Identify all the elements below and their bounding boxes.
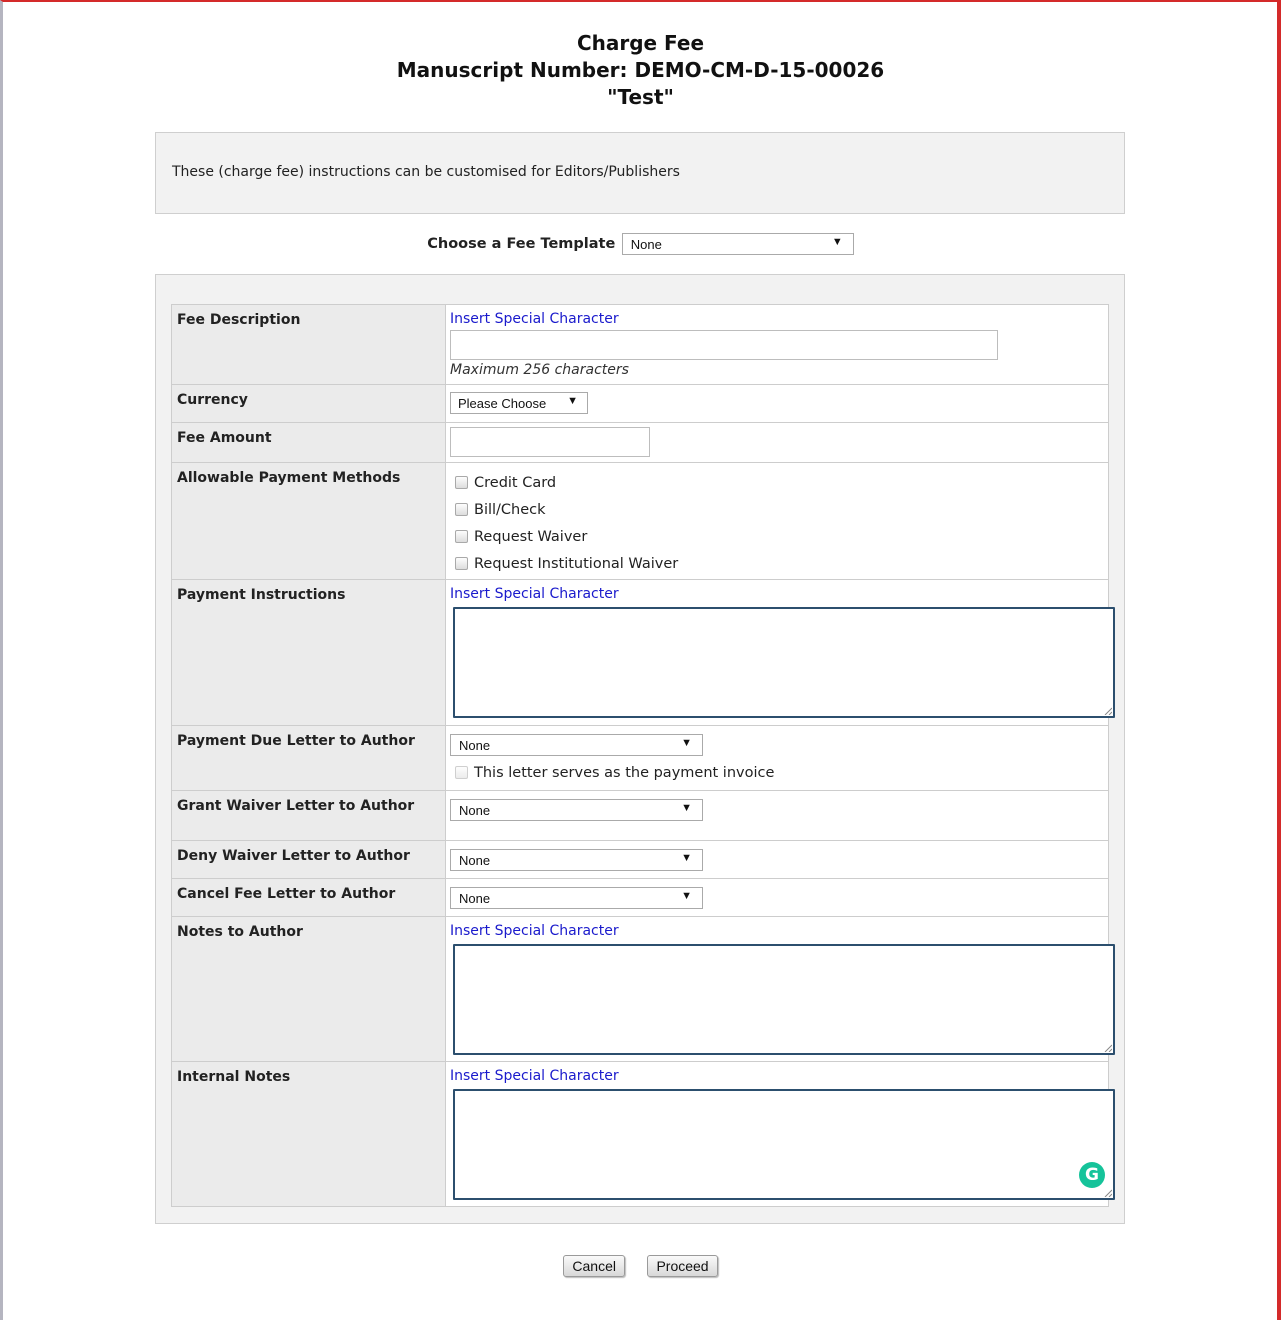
deny-waiver-letter-label: Deny Waiver Letter to Author <box>171 840 446 879</box>
grammarly-icon[interactable]: G <box>1079 1162 1105 1188</box>
chevron-down-icon: ▼ <box>831 236 843 248</box>
payment-method-credit-card[interactable]: Credit Card <box>455 475 556 491</box>
fee-description-label: Fee Description <box>171 304 446 385</box>
chevron-down-icon: ▼ <box>681 802 692 814</box>
instructions-box: These (charge fee) instructions can be c… <box>155 132 1125 214</box>
row-grant-waiver-letter: Grant Waiver Letter to Author None ▼ <box>171 790 1109 841</box>
fee-amount-label: Fee Amount <box>171 422 446 463</box>
row-fee-description: Fee Description Insert Special Character… <box>171 304 1109 385</box>
row-payment-methods: Allowable Payment Methods Credit Card Bi… <box>171 462 1109 580</box>
insert-special-character-link[interactable]: Insert Special Character <box>450 586 619 602</box>
insert-special-character-link[interactable]: Insert Special Character <box>450 923 619 939</box>
checkbox[interactable] <box>455 503 468 516</box>
notes-to-author-label: Notes to Author <box>171 916 446 1062</box>
fee-form-table: Fee Description Insert Special Character… <box>171 304 1115 1207</box>
row-fee-amount: Fee Amount <box>171 422 1109 463</box>
page-title: Charge Fee <box>576 31 705 55</box>
instructions-text: These (charge fee) instructions can be c… <box>172 164 680 180</box>
row-payment-due-letter: Payment Due Letter to Author None ▼ This… <box>171 725 1109 791</box>
grant-waiver-letter-select[interactable]: None ▼ <box>450 799 703 821</box>
checkbox[interactable] <box>455 476 468 489</box>
currency-cell: Please Choose ▼ <box>445 384 1109 423</box>
cancel-fee-letter-select[interactable]: None ▼ <box>450 887 703 909</box>
payment-due-letter-select[interactable]: None ▼ <box>450 734 703 756</box>
grant-waiver-letter-label: Grant Waiver Letter to Author <box>171 790 446 841</box>
cancel-fee-letter-value: None <box>459 891 491 906</box>
article-title: "Test" <box>607 85 674 109</box>
payment-method-label: Bill/Check <box>474 502 546 518</box>
payment-method-label: Request Waiver <box>474 529 588 545</box>
checkbox <box>455 766 468 779</box>
payment-instructions-cell: Insert Special Character <box>445 579 1115 726</box>
manuscript-number: Manuscript Number: DEMO-CM-D-15-00026 <box>396 58 885 82</box>
fee-amount-cell <box>445 422 1109 463</box>
chevron-down-icon: ▼ <box>567 395 578 407</box>
payment-method-bill-check[interactable]: Bill/Check <box>455 502 546 518</box>
deny-waiver-letter-value: None <box>459 853 491 868</box>
cancel-fee-letter-label: Cancel Fee Letter to Author <box>171 878 446 917</box>
row-notes-to-author: Notes to Author Insert Special Character <box>171 916 1115 1062</box>
deny-waiver-letter-cell: None ▼ <box>445 840 1109 879</box>
payment-due-letter-cell: None ▼ This letter serves as the payment… <box>445 725 1109 791</box>
payment-instructions-textarea[interactable] <box>453 607 1115 718</box>
currency-value: Please Choose <box>458 396 547 411</box>
checkbox[interactable] <box>455 557 468 570</box>
fee-description-input[interactable] <box>450 330 998 360</box>
cancel-button[interactable]: Cancel <box>563 1255 625 1277</box>
payment-instructions-label: Payment Instructions <box>171 579 446 726</box>
row-internal-notes: Internal Notes Insert Special Character … <box>171 1061 1115 1207</box>
cancel-fee-letter-cell: None ▼ <box>445 878 1109 917</box>
resize-handle-icon[interactable] <box>1104 1189 1112 1197</box>
currency-select[interactable]: Please Choose ▼ <box>450 392 588 414</box>
payment-method-request-waiver[interactable]: Request Waiver <box>455 529 587 545</box>
internal-notes-label: Internal Notes <box>171 1061 446 1207</box>
payment-methods-label: Allowable Payment Methods <box>171 462 446 580</box>
row-cancel-fee-letter: Cancel Fee Letter to Author None ▼ <box>171 878 1109 917</box>
grant-waiver-letter-cell: None ▼ <box>445 790 1109 841</box>
internal-notes-textarea[interactable]: G <box>453 1089 1115 1200</box>
chevron-down-icon: ▼ <box>681 852 692 864</box>
internal-notes-cell: Insert Special Character G <box>445 1061 1115 1207</box>
payment-methods-cell: Credit Card Bill/Check Request Waiver Re… <box>445 462 1109 580</box>
row-deny-waiver-letter: Deny Waiver Letter to Author None ▼ <box>171 840 1109 879</box>
proceed-button[interactable]: Proceed <box>647 1255 718 1277</box>
resize-handle-icon[interactable] <box>1104 707 1112 715</box>
fee-description-hint: Maximum 256 characters <box>450 362 629 378</box>
page-header: Charge Fee Manuscript Number: DEMO-CM-D-… <box>0 30 1281 111</box>
payment-invoice-label: This letter serves as the payment invoic… <box>474 765 775 781</box>
action-buttons: Cancel Proceed <box>0 1255 1281 1277</box>
payment-method-institutional-waiver[interactable]: Request Institutional Waiver <box>455 556 678 572</box>
payment-invoice-option: This letter serves as the payment invoic… <box>455 765 774 781</box>
insert-special-character-link[interactable]: Insert Special Character <box>450 1068 619 1084</box>
notes-to-author-cell: Insert Special Character <box>445 916 1115 1062</box>
fee-template-value: None <box>630 237 662 252</box>
chevron-down-icon: ▼ <box>681 737 692 749</box>
fee-description-cell: Insert Special Character Maximum 256 cha… <box>445 304 1109 385</box>
grant-waiver-letter-value: None <box>459 803 491 818</box>
row-payment-instructions: Payment Instructions Insert Special Char… <box>171 579 1115 726</box>
checkbox[interactable] <box>455 530 468 543</box>
resize-handle-icon[interactable] <box>1104 1044 1112 1052</box>
fee-template-row: Choose a Fee Template None ▼ <box>0 233 1281 255</box>
insert-special-character-link[interactable]: Insert Special Character <box>450 311 619 327</box>
fee-amount-input[interactable] <box>450 427 650 457</box>
currency-label: Currency <box>171 384 446 423</box>
payment-method-label: Credit Card <box>474 475 557 491</box>
fee-template-label: Choose a Fee Template <box>427 236 616 252</box>
payment-method-label: Request Institutional Waiver <box>474 556 679 572</box>
payment-due-letter-value: None <box>459 738 491 753</box>
deny-waiver-letter-select[interactable]: None ▼ <box>450 849 703 871</box>
fee-template-select[interactable]: None ▼ <box>621 233 854 255</box>
row-currency: Currency Please Choose ▼ <box>171 384 1109 423</box>
notes-to-author-textarea[interactable] <box>453 944 1115 1055</box>
chevron-down-icon: ▼ <box>681 890 692 902</box>
payment-due-letter-label: Payment Due Letter to Author <box>171 725 446 791</box>
